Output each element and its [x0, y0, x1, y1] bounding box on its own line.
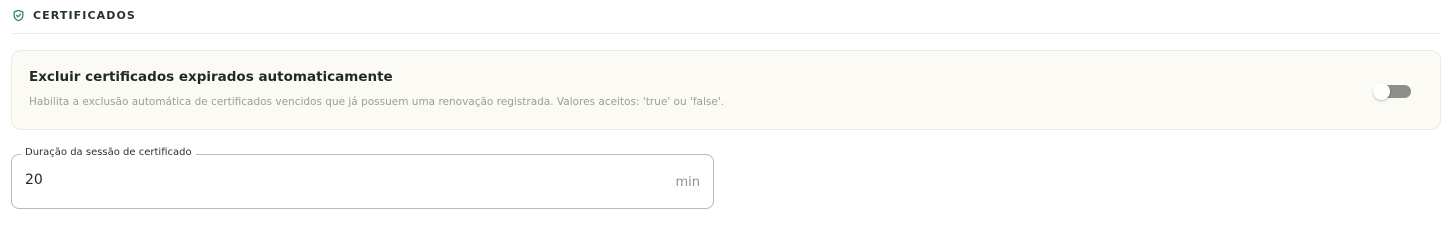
setting-title: Excluir certificados expirados automatic…	[29, 69, 393, 85]
auto-delete-toggle[interactable]	[1373, 83, 1411, 100]
section-divider	[12, 33, 1440, 34]
shield-check-icon	[12, 9, 25, 22]
setting-description: Habilita a exclusão automática de certif…	[29, 96, 725, 108]
auto-delete-setting-card: Excluir certificados expirados automatic…	[11, 50, 1441, 130]
session-duration-unit: min	[675, 175, 700, 190]
section-title: CERTIFICADOS	[33, 9, 136, 22]
toggle-thumb	[1373, 83, 1390, 100]
session-duration-field: Duração da sessão de certificado min	[11, 147, 714, 209]
session-duration-label: Duração da sessão de certificado	[21, 147, 196, 158]
session-duration-input[interactable]	[25, 172, 625, 188]
section-header: CERTIFICADOS	[12, 9, 136, 22]
